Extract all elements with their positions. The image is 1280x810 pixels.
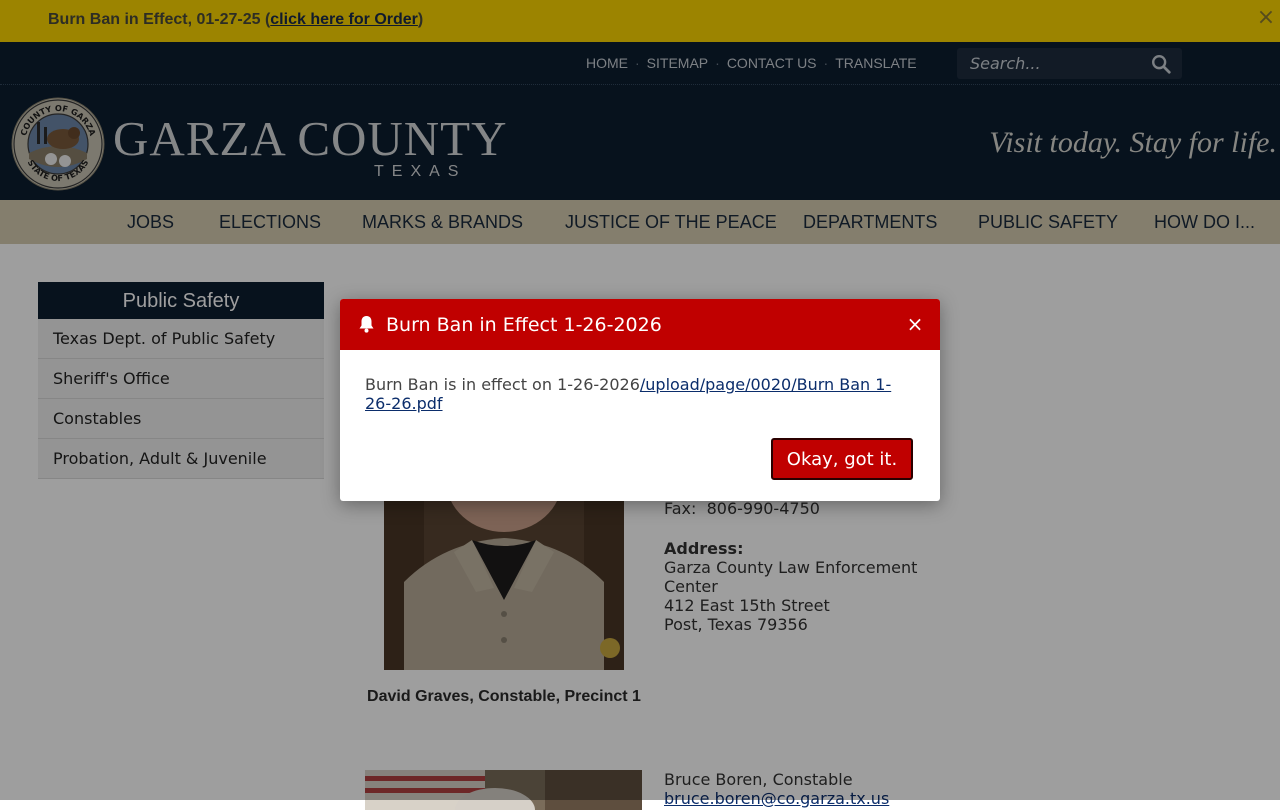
modal-header: Burn Ban in Effect 1-26-2026 × [340, 299, 940, 350]
modal-body-text: Burn Ban is in effect on 1-26-2026 [365, 375, 640, 394]
close-icon[interactable]: × [905, 314, 925, 334]
modal-title: Burn Ban in Effect 1-26-2026 [386, 314, 662, 336]
modal-body: Burn Ban is in effect on 1-26-2026/uploa… [365, 375, 915, 413]
bell-icon [359, 316, 374, 333]
okay-got-it-button[interactable]: Okay, got it. [771, 438, 913, 480]
burn-ban-modal: Burn Ban in Effect 1-26-2026 × Burn Ban … [340, 299, 940, 501]
